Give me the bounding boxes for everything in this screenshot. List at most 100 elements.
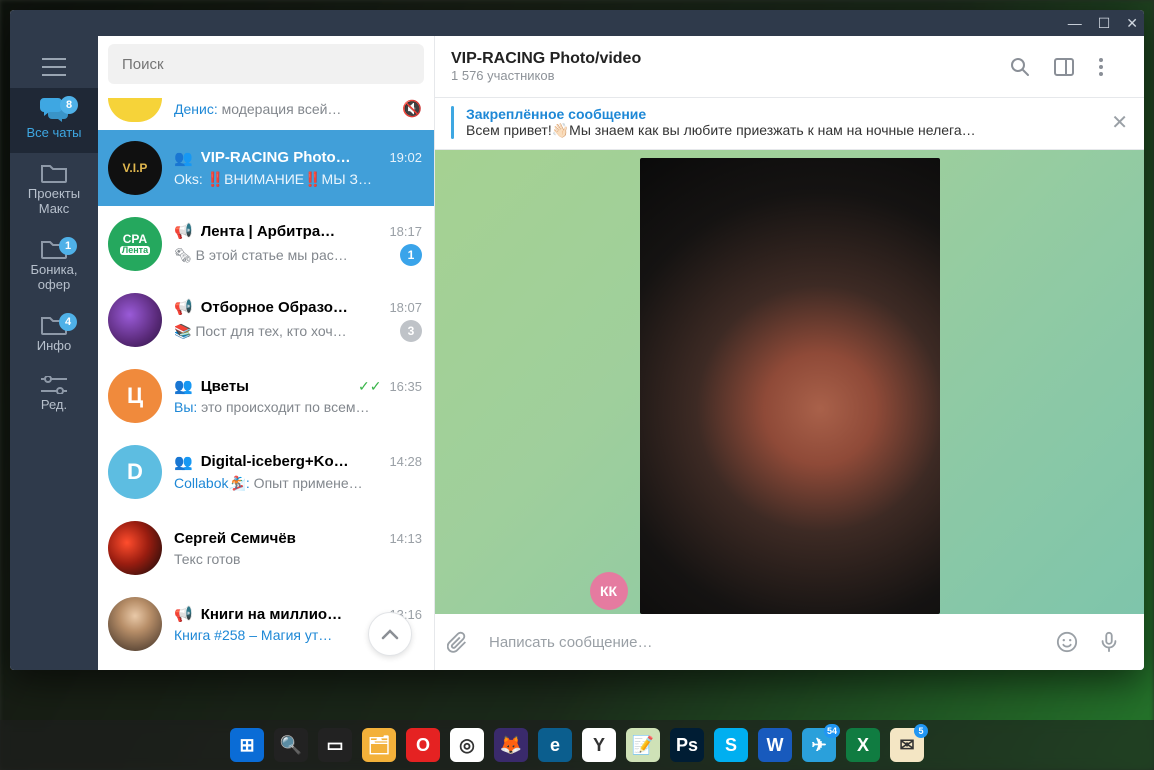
opera-icon[interactable]: O [406, 728, 440, 762]
chat-item-preview: Текс готов [174, 551, 422, 567]
search-icon[interactable]: 🔍 [274, 728, 308, 762]
chat-list-item[interactable]: Денис: модерация всей…🔇 [98, 92, 434, 130]
taskview-icon[interactable]: ▭ [318, 728, 352, 762]
group-icon: 👥 [174, 377, 193, 395]
chat-list-item[interactable]: CPAЛента📢Лента | Арбитра…18:17🗞 В этой с… [98, 206, 434, 282]
more-menu-button[interactable] [1098, 57, 1128, 77]
chat-area: VIP-RACING Photo/video 1 576 участников … [435, 36, 1144, 670]
minimize-button[interactable]: — [1068, 16, 1082, 30]
message-input[interactable] [489, 634, 1048, 651]
video-message[interactable] [640, 158, 940, 614]
channel-icon: 📢 [174, 605, 193, 623]
group-icon: 👥 [174, 149, 193, 167]
chat-item-content: 👥Digital-iceberg+Ko…14:28Collabok🏂: Опыт… [174, 453, 422, 492]
rail-tab-label: Все чаты [26, 126, 81, 141]
chat-item-time: 14:13 [389, 531, 422, 546]
rail-badge: 1 [59, 237, 77, 255]
folder-rail: 8 Все чаты Проекты Макс 1 Боника, офер [10, 36, 98, 670]
sliders-icon [41, 376, 67, 394]
rail-tab-label: Проекты Макс [14, 187, 94, 217]
chat-header-text: VIP-RACING Photo/video 1 576 участников [451, 50, 996, 83]
firefox-icon[interactable]: 🦊 [494, 728, 528, 762]
messages-viewport[interactable]: КК [435, 150, 1144, 614]
taskbar[interactable]: ⊞ 🔍 ▭ 🗂 O ◎ 🦊 eY 📝 Ps SW ✈54 X ✉5 [0, 720, 1154, 770]
rail-tab-label: Боника, офер [14, 263, 94, 293]
chat-item-time: 18:07 [389, 300, 422, 315]
chrome-icon[interactable]: ◎ [450, 728, 484, 762]
rail-tab-info[interactable]: 4 Инфо [10, 305, 98, 366]
chat-item-title: Книги на миллио… [201, 606, 384, 623]
sender-avatar[interactable]: КК [590, 572, 628, 610]
channel-icon: 📢 [174, 222, 193, 240]
chat-list-item[interactable]: Сергей Семичёв14:13Текс готов [98, 510, 434, 586]
skype-icon[interactable]: S [714, 728, 748, 762]
folder-icon: 1 [41, 239, 67, 259]
close-icon[interactable]: ✕ [1111, 110, 1128, 135]
avatar [108, 293, 162, 347]
chat-list-item[interactable]: Ц👥Цветы✓✓16:35Вы: это происходит по всем… [98, 358, 434, 434]
close-window-button[interactable]: ✕ [1126, 16, 1138, 30]
chat-list-item[interactable]: D👥Digital-iceberg+Ko…14:28Collabok🏂: Опы… [98, 434, 434, 510]
search-input[interactable] [108, 44, 424, 84]
rail-tab-bonika[interactable]: 1 Боника, офер [10, 229, 98, 305]
chat-item-title: VIP-RACING Photo… [201, 149, 384, 166]
chat-subtitle: 1 576 участников [451, 68, 996, 83]
taskbar-badge: 54 [824, 724, 840, 738]
sidebar-toggle-button[interactable] [1054, 57, 1084, 77]
message-composer [435, 614, 1144, 670]
chat-list[interactable]: Денис: модерация всей…🔇 V.I.P 👥 VIP-RACING … [98, 92, 434, 670]
photoshop-icon[interactable]: Ps [670, 728, 704, 762]
avatar [108, 597, 162, 651]
pinned-bar [451, 106, 454, 139]
attach-button[interactable] [447, 631, 481, 653]
window-body: 8 Все чаты Проекты Макс 1 Боника, офер [10, 36, 1144, 670]
search-in-chat-button[interactable] [1010, 57, 1040, 77]
start-icon[interactable]: ⊞ [230, 728, 264, 762]
emoji-button[interactable] [1056, 631, 1090, 653]
yandex-icon[interactable]: Y [582, 728, 616, 762]
chat-item-preview: 📚 Пост для тех, кто хоч… [174, 323, 394, 340]
chat-list-item[interactable]: 📢Отборное Образо…18:07📚 Пост для тех, кт… [98, 282, 434, 358]
edge-icon[interactable]: e [538, 728, 572, 762]
mute-icon: 🔇 [402, 99, 422, 119]
avatar [108, 521, 162, 575]
unread-badge: 1 [400, 244, 422, 266]
pinned-message[interactable]: Закреплённое сообщение Всем привет!👋🏻Мы … [435, 98, 1144, 150]
excel-icon[interactable]: X [846, 728, 880, 762]
scroll-up-button[interactable] [368, 612, 412, 656]
chat-item-title: Отборное Образо… [201, 299, 384, 316]
maximize-button[interactable]: ☐ [1098, 16, 1111, 30]
chat-item-title: Digital-iceberg+Ko… [201, 453, 384, 470]
mail-icon[interactable]: ✉5 [890, 728, 924, 762]
avatar: V.I.P [108, 141, 162, 195]
unread-badge: 3 [400, 320, 422, 342]
chat-item-time: 18:17 [389, 224, 422, 239]
chat-item-preview: Oks: ‼️ВНИМАНИЕ‼️МЫ З… [174, 171, 422, 188]
rail-tab-projects[interactable]: Проекты Макс [10, 153, 98, 229]
chat-title: VIP-RACING Photo/video [451, 50, 996, 68]
avatar: CPAЛента [108, 217, 162, 271]
taskbar-badge: 5 [914, 724, 928, 738]
menu-button[interactable] [10, 44, 98, 88]
rail-tab-edit[interactable]: Ред. [10, 366, 98, 425]
rail-tab-all-chats[interactable]: 8 Все чаты [10, 88, 98, 153]
chat-item-content: Денис: модерация всей…🔇 [174, 95, 422, 119]
telegram-icon[interactable]: ✈54 [802, 728, 836, 762]
chat-header[interactable]: VIP-RACING Photo/video 1 576 участников [435, 36, 1144, 98]
pinned-title: Закреплённое сообщение [466, 106, 1099, 122]
chat-item-time: 14:28 [389, 454, 422, 469]
pinned-text: Закреплённое сообщение Всем привет!👋🏻Мы … [466, 106, 1099, 139]
rail-badge: 4 [59, 313, 77, 331]
chat-list-item[interactable]: V.I.P👥VIP-RACING Photo…19:02Oks: ‼️ВНИМА… [98, 130, 434, 206]
chat-item-time: 16:35 [389, 379, 422, 394]
voice-button[interactable] [1098, 631, 1132, 653]
explorer-icon[interactable]: 🗂 [362, 728, 396, 762]
group-icon: 👥 [174, 453, 193, 471]
chat-item-content: 👥VIP-RACING Photo…19:02Oks: ‼️ВНИМАНИЕ‼️… [174, 149, 422, 188]
word-icon[interactable]: W [758, 728, 792, 762]
chat-item-preview: Вы: это происходит по всем… [174, 399, 422, 415]
avatar: D [108, 445, 162, 499]
chat-item-title: Лента | Арбитра… [201, 223, 384, 240]
read-checks-icon: ✓✓ [358, 378, 381, 395]
notepad-icon[interactable]: 📝 [626, 728, 660, 762]
